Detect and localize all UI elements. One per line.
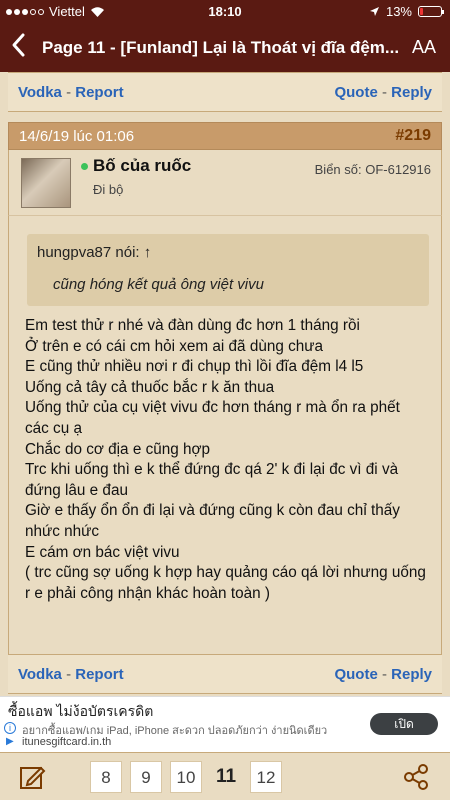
post-actions: Vodka - Report Quote - Reply bbox=[8, 654, 442, 694]
post-body: hungpva87 nói: ↑ cũng hóng kết quả ông v… bbox=[8, 216, 442, 654]
message-line: đứng lâu e đau bbox=[25, 481, 128, 499]
post-date: 14/6/19 lúc 01:06 bbox=[19, 128, 135, 145]
pagination: 8 9 10 11 12 bbox=[90, 761, 282, 793]
font-size-button[interactable]: AA bbox=[412, 37, 436, 58]
ad-domain: itunesgiftcard.in.th bbox=[22, 736, 112, 748]
left-separator: - bbox=[61, 666, 76, 683]
top-bar: Viettel 18:10 13% Page 11 - [Funland] Lạ… bbox=[0, 0, 450, 72]
avatar[interactable] bbox=[21, 158, 71, 208]
message-line: r e phải công nhận khác hoàn toàn ) bbox=[25, 584, 270, 602]
status-bar: Viettel 18:10 13% bbox=[0, 0, 450, 24]
page-9-button[interactable]: 9 bbox=[130, 761, 162, 793]
reply-link[interactable]: Reply bbox=[391, 666, 432, 683]
right-separator: - bbox=[377, 666, 392, 683]
post-header: 14/6/19 lúc 01:06 #219 bbox=[8, 122, 442, 150]
quote-link[interactable]: Quote bbox=[334, 666, 377, 683]
post-number-link[interactable]: #219 bbox=[395, 127, 431, 145]
page-11-button[interactable]: 11 bbox=[210, 761, 242, 793]
prev-right-separator: - bbox=[377, 84, 392, 101]
message-line: nhức nhức bbox=[25, 522, 100, 540]
share-button[interactable] bbox=[402, 763, 430, 791]
quote-block: hungpva87 nói: ↑ cũng hóng kết quả ông v… bbox=[27, 234, 429, 306]
message-line: E cám ơn bác việt vivu bbox=[25, 543, 180, 561]
post-author: Bố của ruốc Đi bộ Biển số: OF-612916 bbox=[8, 150, 442, 216]
author-title: Đi bộ bbox=[93, 182, 124, 197]
message-line: Trc khi uống thì e k thể đứng đc qá 2' k… bbox=[25, 461, 399, 479]
report-link[interactable]: Report bbox=[75, 666, 123, 683]
message-line: ( trc cũng sợ uống k hợp hay quảng cáo q… bbox=[25, 564, 426, 582]
compose-icon bbox=[20, 766, 46, 789]
prev-report-link[interactable]: Report bbox=[75, 84, 123, 101]
online-status-icon bbox=[81, 163, 88, 170]
prev-reply-link[interactable]: Reply bbox=[391, 84, 432, 101]
message-line: Uống cả tây cả thuốc bắc r k ăn thua bbox=[25, 378, 275, 396]
chevron-left-icon bbox=[12, 33, 25, 57]
compose-button[interactable] bbox=[18, 763, 46, 791]
font-size-label: AA bbox=[411, 37, 436, 57]
ad-banner[interactable]: ซื้อแอพ ไม่ง้อบัตรเครดิต i อยากซื้อแอพ/เ… bbox=[0, 696, 450, 752]
page-8-button[interactable]: 8 bbox=[90, 761, 122, 793]
user-link[interactable]: Vodka bbox=[18, 666, 62, 683]
author-plate: Biển số: OF-612916 bbox=[314, 162, 431, 177]
message-line: Giờ e thấy ổn ổn đi lại và đứng cũng k c… bbox=[25, 502, 400, 520]
location-arrow-icon bbox=[369, 7, 379, 16]
page-title: Page 11 - [Funland] Lại là Thoát vị đĩa … bbox=[42, 38, 400, 57]
prev-user-link[interactable]: Vodka bbox=[18, 84, 62, 101]
share-icon bbox=[404, 764, 428, 790]
page-10-button[interactable]: 10 bbox=[170, 761, 202, 793]
ad-title: ซื้อแอพ ไม่ง้อบัตรเครดิต bbox=[8, 703, 154, 719]
post-message: Em test thử r nhé và đàn dùng đc hơn 1 t… bbox=[25, 316, 435, 604]
status-right: 13% bbox=[369, 4, 444, 19]
message-line: E cũng thử nhiều nơi r đi chụp thì lồi đ… bbox=[25, 358, 364, 376]
bottom-toolbar: 8 9 10 11 12 bbox=[0, 752, 450, 800]
prev-quote-link[interactable]: Quote bbox=[334, 84, 377, 101]
thread-content: Vodka - Report Quote - Reply 14/6/19 lúc… bbox=[0, 72, 450, 696]
message-line: các cụ ạ bbox=[25, 419, 82, 437]
message-line: Uống thử của cụ việt vivu đc hơn tháng r… bbox=[25, 399, 400, 417]
back-button[interactable] bbox=[10, 32, 32, 65]
prev-post-actions: Vodka - Report Quote - Reply bbox=[8, 72, 442, 112]
author-name[interactable]: Bố của ruốc bbox=[93, 156, 191, 176]
info-icon[interactable]: i bbox=[4, 722, 16, 734]
quote-header[interactable]: hungpva87 nói: ↑ bbox=[37, 244, 151, 261]
ad-open-button[interactable]: เปิด bbox=[370, 713, 438, 735]
quote-text: cũng hóng kết quả ông việt vivu bbox=[53, 276, 264, 293]
message-line: Ở trên e có cái cm hỏi xem ai đã dùng ch… bbox=[25, 337, 323, 355]
ad-arrow-icon: ▶ bbox=[6, 736, 14, 747]
page-12-button[interactable]: 12 bbox=[250, 761, 282, 793]
prev-left-separator: - bbox=[61, 84, 76, 101]
message-line: Em test thử r nhé và đàn dùng đc hơn 1 t… bbox=[25, 317, 360, 334]
message-line: Chắc do cơ địa e cũng hợp bbox=[25, 440, 211, 458]
battery-icon bbox=[418, 6, 444, 17]
nav-bar: Page 11 - [Funland] Lại là Thoát vị đĩa … bbox=[0, 30, 450, 66]
battery-percent: 13% bbox=[385, 4, 412, 19]
